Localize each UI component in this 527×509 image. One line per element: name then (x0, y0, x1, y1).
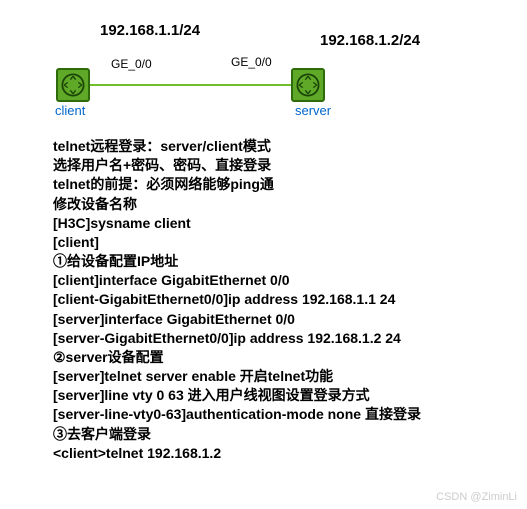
text-line: [H3C]sysname client (53, 214, 483, 233)
text-line: [client]interface GigabitEthernet 0/0 (53, 271, 483, 290)
text-line: ②server设备配置 (53, 348, 483, 367)
text-line: 选择用户名+密码、密码、直接登录 (53, 156, 483, 175)
text-line: [client-GigabitEthernet0/0]ip address 19… (53, 290, 483, 309)
interface-label-client: GE_0/0 (111, 57, 152, 71)
ip-address-client: 192.168.1.1/24 (100, 22, 200, 39)
network-link-line (90, 84, 291, 86)
text-line: [server]telnet server enable 开启telnet功能 (53, 367, 483, 386)
text-line: ①给设备配置IP地址 (53, 252, 483, 271)
text-line: telnet远程登录：server/client模式 (53, 137, 483, 156)
text-line: <client>telnet 192.168.1.2 (53, 444, 483, 463)
text-line: [client] (53, 233, 483, 252)
content-block: telnet远程登录：server/client模式 选择用户名+密码、密码、直… (53, 137, 483, 463)
watermark: CSDN @ZiminLi (436, 491, 517, 503)
router-icon-server (291, 68, 325, 102)
device-label-client: client (55, 103, 85, 118)
text-line: [server-GigabitEthernet0/0]ip address 19… (53, 329, 483, 348)
text-line: [server]line vty 0 63 进入用户线视图设置登录方式 (53, 386, 483, 405)
interface-label-server: GE_0/0 (231, 55, 272, 69)
network-diagram: 192.168.1.1/24 192.168.1.2/24 GE_0/0 GE_… (0, 0, 527, 130)
text-line: [server]interface GigabitEthernet 0/0 (53, 310, 483, 329)
ip-address-server: 192.168.1.2/24 (320, 32, 420, 49)
text-line: 修改设备名称 (53, 195, 483, 214)
router-icon-client (56, 68, 90, 102)
text-line: [server-line-vty0-63]authentication-mode… (53, 405, 483, 424)
text-line: telnet的前提：必须网络能够ping通 (53, 175, 483, 194)
text-line: ③去客户端登录 (53, 425, 483, 444)
device-label-server: server (295, 103, 331, 118)
